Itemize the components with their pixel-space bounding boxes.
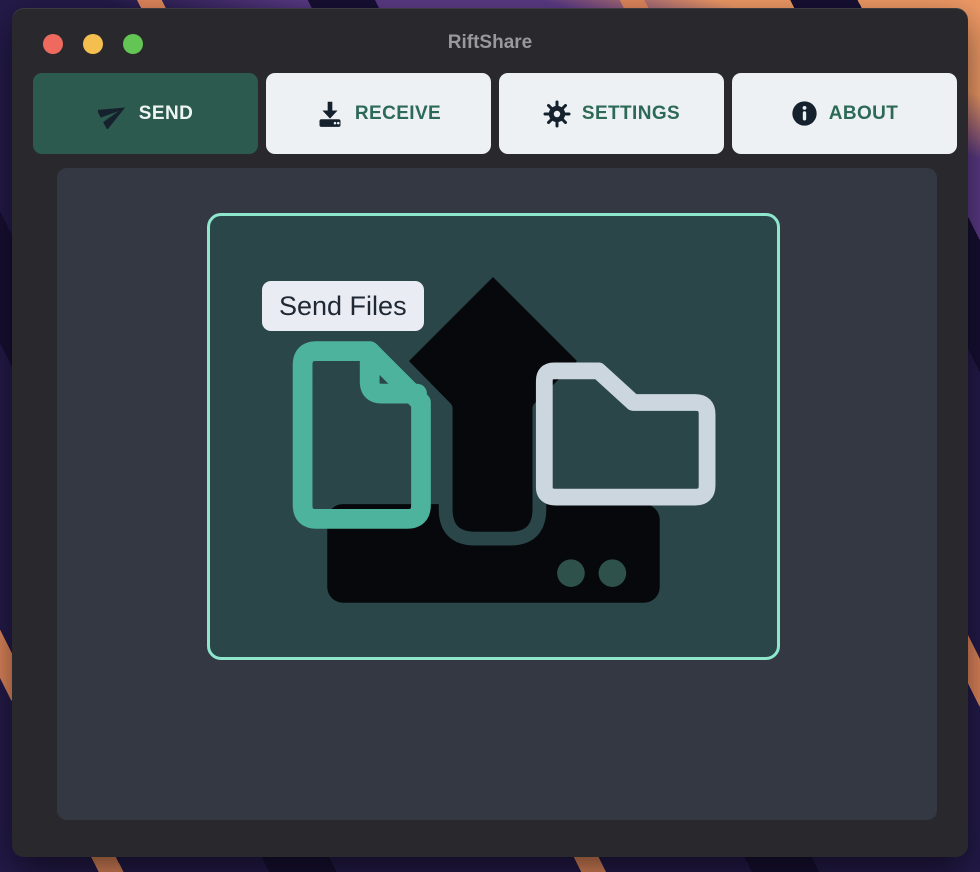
tab-label: SETTINGS xyxy=(582,103,680,125)
paper-plane-icon xyxy=(98,99,128,129)
drive-dot xyxy=(599,559,627,587)
tab-label: SEND xyxy=(139,103,193,125)
titlebar: RiftShare xyxy=(12,8,968,66)
tab-about[interactable]: ABOUT xyxy=(732,73,957,154)
download-tray-icon xyxy=(316,100,344,128)
tab-send[interactable]: SEND xyxy=(33,73,258,154)
send-panel: Send Files xyxy=(57,168,937,820)
tab-label: RECEIVE xyxy=(355,103,441,125)
tab-label: ABOUT xyxy=(829,103,899,125)
tab-settings[interactable]: SETTINGS xyxy=(499,73,724,154)
send-files-dropzone[interactable]: Send Files xyxy=(207,213,780,660)
riftshare-window: RiftShare SEND RECEIVE xyxy=(12,8,968,857)
gear-icon xyxy=(543,100,571,128)
tab-receive[interactable]: RECEIVE xyxy=(266,73,491,154)
send-files-label: Send Files xyxy=(262,281,424,331)
tab-bar: SEND RECEIVE xyxy=(12,73,968,154)
folder-outline-shape xyxy=(544,371,707,497)
window-title: RiftShare xyxy=(12,32,968,54)
info-circle-icon xyxy=(791,100,818,127)
drive-dot xyxy=(557,559,585,587)
